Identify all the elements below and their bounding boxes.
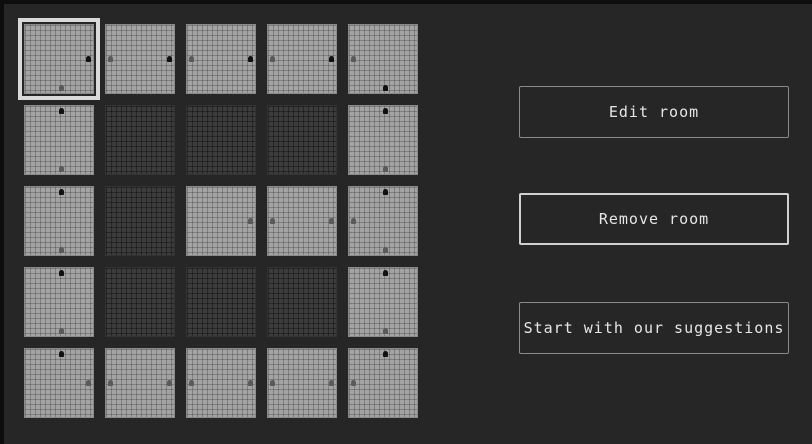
room-tile[interactable] [267,186,337,256]
start-with-suggestions-label: Start with our suggestions [523,319,785,337]
room-tile[interactable] [186,24,256,94]
door-bottom-icon [59,85,64,91]
empty-room-slot[interactable] [186,105,256,175]
door-left-icon [351,218,356,224]
door-top-icon [383,270,388,276]
door-bottom-icon [383,328,388,334]
door-left-icon [108,56,113,62]
door-top-icon [59,189,64,195]
door-left-icon [108,380,113,386]
door-top-icon [59,351,64,357]
start-with-suggestions-button[interactable]: Start with our suggestions [519,302,789,354]
empty-room-slot[interactable] [267,267,337,337]
door-top-icon [383,189,388,195]
room-tile[interactable] [186,186,256,256]
room-grid [18,18,424,428]
room-tile[interactable] [24,105,94,175]
door-bottom-icon [383,85,388,91]
door-top-icon [59,270,64,276]
door-right-icon [86,56,91,62]
remove-room-button[interactable]: Remove room [519,193,789,245]
door-left-icon [189,380,194,386]
room-tile[interactable] [267,348,337,418]
empty-room-slot[interactable] [105,267,175,337]
door-right-icon [329,56,334,62]
door-right-icon [167,56,172,62]
room-tile[interactable] [348,186,418,256]
door-right-icon [248,380,253,386]
door-bottom-icon [383,166,388,172]
empty-room-slot[interactable] [186,267,256,337]
room-tile[interactable] [24,267,94,337]
room-tile[interactable] [105,24,175,94]
door-left-icon [270,56,275,62]
room-tile[interactable] [24,186,94,256]
door-bottom-icon [59,328,64,334]
door-right-icon [167,380,172,386]
edit-room-label: Edit room [608,103,700,121]
door-left-icon [351,56,356,62]
door-right-icon [248,56,253,62]
edit-room-button[interactable]: Edit room [519,86,789,138]
door-bottom-icon [59,247,64,253]
room-tile[interactable] [186,348,256,418]
door-top-icon [59,108,64,114]
level-editor-screen: Edit room Remove room Start with our sug… [4,4,812,444]
room-tile[interactable] [348,267,418,337]
door-bottom-icon [59,166,64,172]
remove-room-label: Remove room [598,210,710,228]
door-left-icon [270,218,275,224]
door-top-icon [383,351,388,357]
door-bottom-icon [383,247,388,253]
door-right-icon [329,380,334,386]
door-left-icon [189,56,194,62]
door-left-icon [351,380,356,386]
door-right-icon [329,218,334,224]
empty-room-slot[interactable] [105,105,175,175]
room-tile[interactable] [105,348,175,418]
door-left-icon [270,380,275,386]
room-tile[interactable] [267,24,337,94]
door-top-icon [383,108,388,114]
room-tile[interactable] [18,18,100,100]
room-tile[interactable] [348,348,418,418]
door-right-icon [248,218,253,224]
empty-room-slot[interactable] [267,105,337,175]
room-tile[interactable] [348,105,418,175]
door-right-icon [86,380,91,386]
empty-room-slot[interactable] [105,186,175,256]
room-tile[interactable] [348,24,418,94]
room-tile[interactable] [24,348,94,418]
